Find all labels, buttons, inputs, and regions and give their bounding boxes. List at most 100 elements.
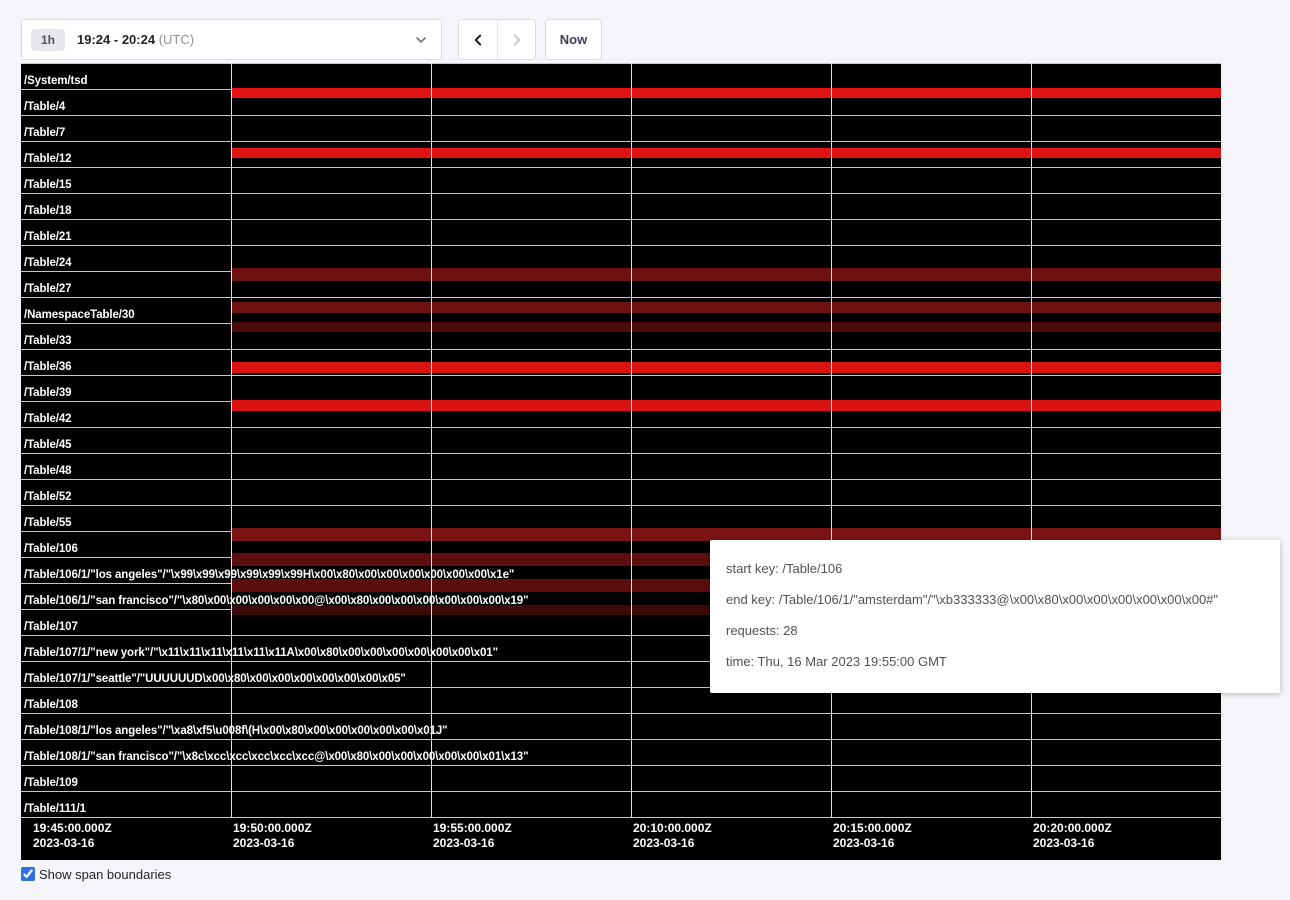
span-boundary-line <box>21 375 1221 376</box>
span-key-label: /Table/15 <box>24 179 71 192</box>
tick-date: 2023-03-16 <box>633 836 712 851</box>
tick-date: 2023-03-16 <box>433 836 512 851</box>
tick-date: 2023-03-16 <box>833 836 912 851</box>
span-key-label: /Table/106 <box>24 543 78 556</box>
span-key-label: /Table/12 <box>24 153 71 166</box>
span-key-label: /Table/52 <box>24 491 71 504</box>
span-key-label: /Table/55 <box>24 517 71 530</box>
chevron-right-icon <box>508 31 526 49</box>
span-boundary-line <box>21 713 1221 714</box>
axis-tick: 19:55:00.000Z2023-03-16 <box>433 821 512 851</box>
activity-band <box>231 400 1221 411</box>
time-gridline <box>431 63 432 817</box>
hover-tooltip: start key: /Table/106 end key: /Table/10… <box>710 540 1280 693</box>
span-key-label: /Table/48 <box>24 465 71 478</box>
span-key-label: /Table/108/1/"san francisco"/"\x8c\xcc\x… <box>24 751 528 764</box>
activity-band <box>231 362 1221 373</box>
span-boundary-line <box>21 427 1221 428</box>
tick-date: 2023-03-16 <box>33 836 112 851</box>
key-visualizer-canvas[interactable]: /System/tsd/Table/4/Table/7/Table/12/Tab… <box>21 63 1221 860</box>
time-gridline <box>631 63 632 817</box>
tooltip-requests: requests: 28 <box>726 622 1264 640</box>
activity-band <box>231 302 1221 313</box>
x-axis: 19:45:00.000Z2023-03-1619:50:00.000Z2023… <box>21 821 1221 860</box>
time-gridline <box>831 63 832 817</box>
tooltip-start-key: start key: /Table/106 <box>726 560 1264 578</box>
tick-time: 19:50:00.000Z <box>233 821 312 836</box>
footer: Show span boundaries <box>21 867 171 882</box>
span-key-label: /Table/109 <box>24 777 78 790</box>
activity-band <box>231 88 1221 98</box>
activity-band <box>231 322 1221 332</box>
prev-button[interactable] <box>459 20 497 59</box>
tick-time: 19:45:00.000Z <box>33 821 112 836</box>
tooltip-end-key: end key: /Table/106/1/"amsterdam"/"\xb33… <box>726 591 1264 609</box>
span-key-label: /Table/36 <box>24 361 71 374</box>
span-boundary-line <box>21 297 1221 298</box>
span-key-label: /Table/107/1/"seattle"/"UUUUUUD\x00\x80\… <box>24 673 406 686</box>
timezone-label: (UTC) <box>159 32 194 47</box>
span-boundary-line <box>21 219 1221 220</box>
tick-date: 2023-03-16 <box>233 836 312 851</box>
axis-tick: 19:50:00.000Z2023-03-16 <box>233 821 312 851</box>
span-key-label: /Table/39 <box>24 387 71 400</box>
plot-area: /System/tsd/Table/4/Table/7/Table/12/Tab… <box>21 63 1221 817</box>
span-key-label: /Table/18 <box>24 205 71 218</box>
span-boundary-line <box>21 193 1221 194</box>
span-boundary-line <box>21 505 1221 506</box>
time-range-text: 19:24 - 20:24 (UTC) <box>77 32 194 47</box>
span-key-label: /Table/107 <box>24 621 78 634</box>
span-boundary-line <box>21 115 1221 116</box>
duration-badge: 1h <box>31 29 65 51</box>
span-key-label: /Table/108/1/"los angeles"/"\xa8\xf5\u00… <box>24 725 448 738</box>
span-boundary-line <box>21 245 1221 246</box>
show-span-boundaries-label: Show span boundaries <box>39 867 171 882</box>
tooltip-time: time: Thu, 16 Mar 2023 19:55:00 GMT <box>726 653 1264 671</box>
span-key-label: /Table/24 <box>24 257 71 270</box>
span-key-label: /Table/42 <box>24 413 71 426</box>
span-key-label: /Table/107/1/"new york"/"\x11\x11\x11\x1… <box>24 647 498 660</box>
axis-tick: 20:20:00.000Z2023-03-16 <box>1033 821 1112 851</box>
chevron-down-icon <box>413 32 429 48</box>
span-key-label: /Table/4 <box>24 101 65 114</box>
tick-time: 20:10:00.000Z <box>633 821 712 836</box>
span-boundary-line <box>21 453 1221 454</box>
span-boundary-line <box>21 765 1221 766</box>
span-key-label: /Table/27 <box>24 283 71 296</box>
time-gridline <box>1031 63 1032 817</box>
span-boundary-line <box>21 817 1221 818</box>
activity-band <box>231 148 1221 158</box>
span-boundary-line <box>21 141 1221 142</box>
next-button[interactable] <box>497 20 535 59</box>
span-key-label: /Table/111/1 <box>24 803 86 816</box>
axis-tick: 20:15:00.000Z2023-03-16 <box>833 821 912 851</box>
span-boundary-line <box>21 791 1221 792</box>
chevron-left-icon <box>469 31 487 49</box>
show-span-boundaries-checkbox[interactable] <box>21 867 35 881</box>
span-boundary-line <box>21 63 1221 64</box>
time-gridline <box>231 63 232 817</box>
now-button[interactable]: Now <box>545 19 602 60</box>
activity-band <box>231 553 711 566</box>
span-boundary-line <box>21 739 1221 740</box>
span-boundary-line <box>21 479 1221 480</box>
span-key-label: /Table/7 <box>24 127 65 140</box>
span-key-label: /Table/106/1/"san francisco"/"\x80\x00\x… <box>24 595 528 608</box>
tick-time: 20:15:00.000Z <box>833 821 912 836</box>
span-key-label: /Table/106/1/"los angeles"/"\x99\x99\x99… <box>24 569 514 582</box>
time-range-value: 19:24 - 20:24 <box>77 32 155 47</box>
tick-date: 2023-03-16 <box>1033 836 1112 851</box>
span-key-label: /NamespaceTable/30 <box>24 309 135 322</box>
tick-time: 20:20:00.000Z <box>1033 821 1112 836</box>
span-key-label: /Table/33 <box>24 335 71 348</box>
time-nav-group <box>458 19 536 60</box>
span-key-label: /System/tsd <box>24 75 87 88</box>
tick-time: 19:55:00.000Z <box>433 821 512 836</box>
span-key-label: /Table/45 <box>24 439 71 452</box>
span-key-label: /Table/21 <box>24 231 71 244</box>
time-range-selector[interactable]: 1h 19:24 - 20:24 (UTC) <box>21 19 442 60</box>
span-boundary-line <box>21 349 1221 350</box>
axis-tick: 19:45:00.000Z2023-03-16 <box>33 821 112 851</box>
span-key-label: /Table/108 <box>24 699 78 712</box>
activity-band <box>231 268 1221 281</box>
